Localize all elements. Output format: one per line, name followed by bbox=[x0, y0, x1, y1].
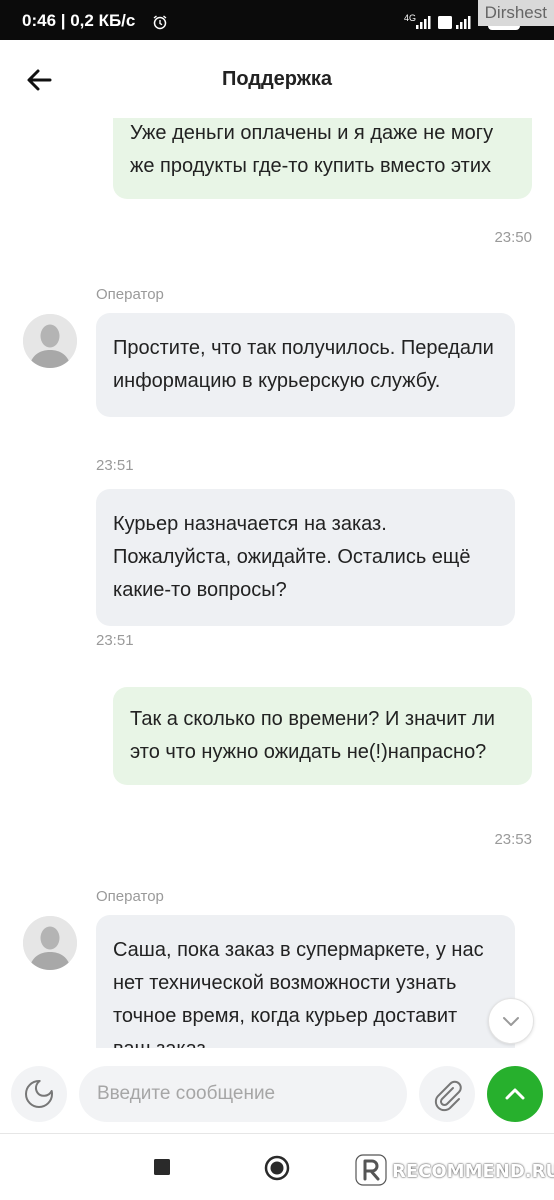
user-message-bubble: Уже деньги оплачены и я даже не могу же … bbox=[113, 118, 532, 199]
sender-label: Оператор bbox=[96, 888, 164, 905]
watermark-bottom-text: RECOMMEND.RU bbox=[392, 1161, 554, 1182]
sender-label: Оператор bbox=[96, 286, 164, 303]
sticker-icon bbox=[25, 1079, 53, 1108]
message-time: 23:53 bbox=[494, 831, 532, 848]
chat-area[interactable]: Уже деньги оплачены и я даже не могу же … bbox=[0, 118, 554, 1048]
operator-message-bubble: Простите, что так получилось. Передали и… bbox=[96, 313, 515, 417]
message-text: Уже деньги оплачены и я даже не могу же … bbox=[130, 122, 494, 177]
person-icon bbox=[23, 916, 77, 970]
watermark-bottom: RECOMMEND.RU bbox=[352, 1147, 554, 1193]
alarm-icon bbox=[153, 15, 167, 30]
signal-icon bbox=[416, 16, 471, 29]
chevron-up-icon bbox=[505, 1088, 525, 1100]
status-time: 0:46 | 0,2 КБ/с bbox=[22, 11, 136, 30]
composer bbox=[0, 1048, 554, 1134]
message-time: 23:51 bbox=[96, 632, 134, 649]
status-bar: 0:46 | 0,2 КБ/с 4G 43 bbox=[0, 0, 554, 40]
operator-message-bubble: Саша, пока заказ в супермаркете, у нас н… bbox=[96, 915, 515, 1048]
chevron-down-icon bbox=[503, 1017, 519, 1026]
network-label: 4G bbox=[404, 13, 417, 23]
operator-avatar bbox=[23, 314, 77, 368]
send-button[interactable] bbox=[487, 1066, 543, 1122]
user-message-bubble: Так а сколько по времени? И значит ли эт… bbox=[113, 687, 532, 785]
message-text: Курьер назначается на заказ. Пожалуйста,… bbox=[113, 513, 471, 601]
operator-message-bubble: Курьер назначается на заказ. Пожалуйста,… bbox=[96, 489, 515, 626]
watermark-top: Dirshest bbox=[477, 0, 554, 26]
recommend-logo-icon bbox=[355, 1154, 387, 1186]
message-text: Простите, что так получилось. Передали и… bbox=[113, 337, 494, 392]
message-time: 23:50 bbox=[494, 229, 532, 246]
operator-avatar bbox=[23, 916, 77, 970]
page-title: Поддержка bbox=[221, 68, 333, 90]
attach-button[interactable] bbox=[419, 1066, 475, 1122]
header: Поддержка bbox=[0, 40, 554, 118]
message-text: Так а сколько по времени? И значит ли эт… bbox=[130, 708, 495, 763]
paperclip-icon bbox=[434, 1080, 462, 1112]
message-input[interactable] bbox=[79, 1066, 407, 1122]
sticker-button[interactable] bbox=[11, 1066, 67, 1122]
recents-icon[interactable] bbox=[153, 1158, 171, 1176]
person-icon bbox=[23, 314, 77, 368]
message-time: 23:51 bbox=[96, 457, 134, 474]
message-text: Саша, пока заказ в супермаркете, у нас н… bbox=[113, 939, 484, 1048]
scroll-down-button[interactable] bbox=[488, 998, 534, 1044]
home-icon[interactable] bbox=[263, 1154, 291, 1182]
